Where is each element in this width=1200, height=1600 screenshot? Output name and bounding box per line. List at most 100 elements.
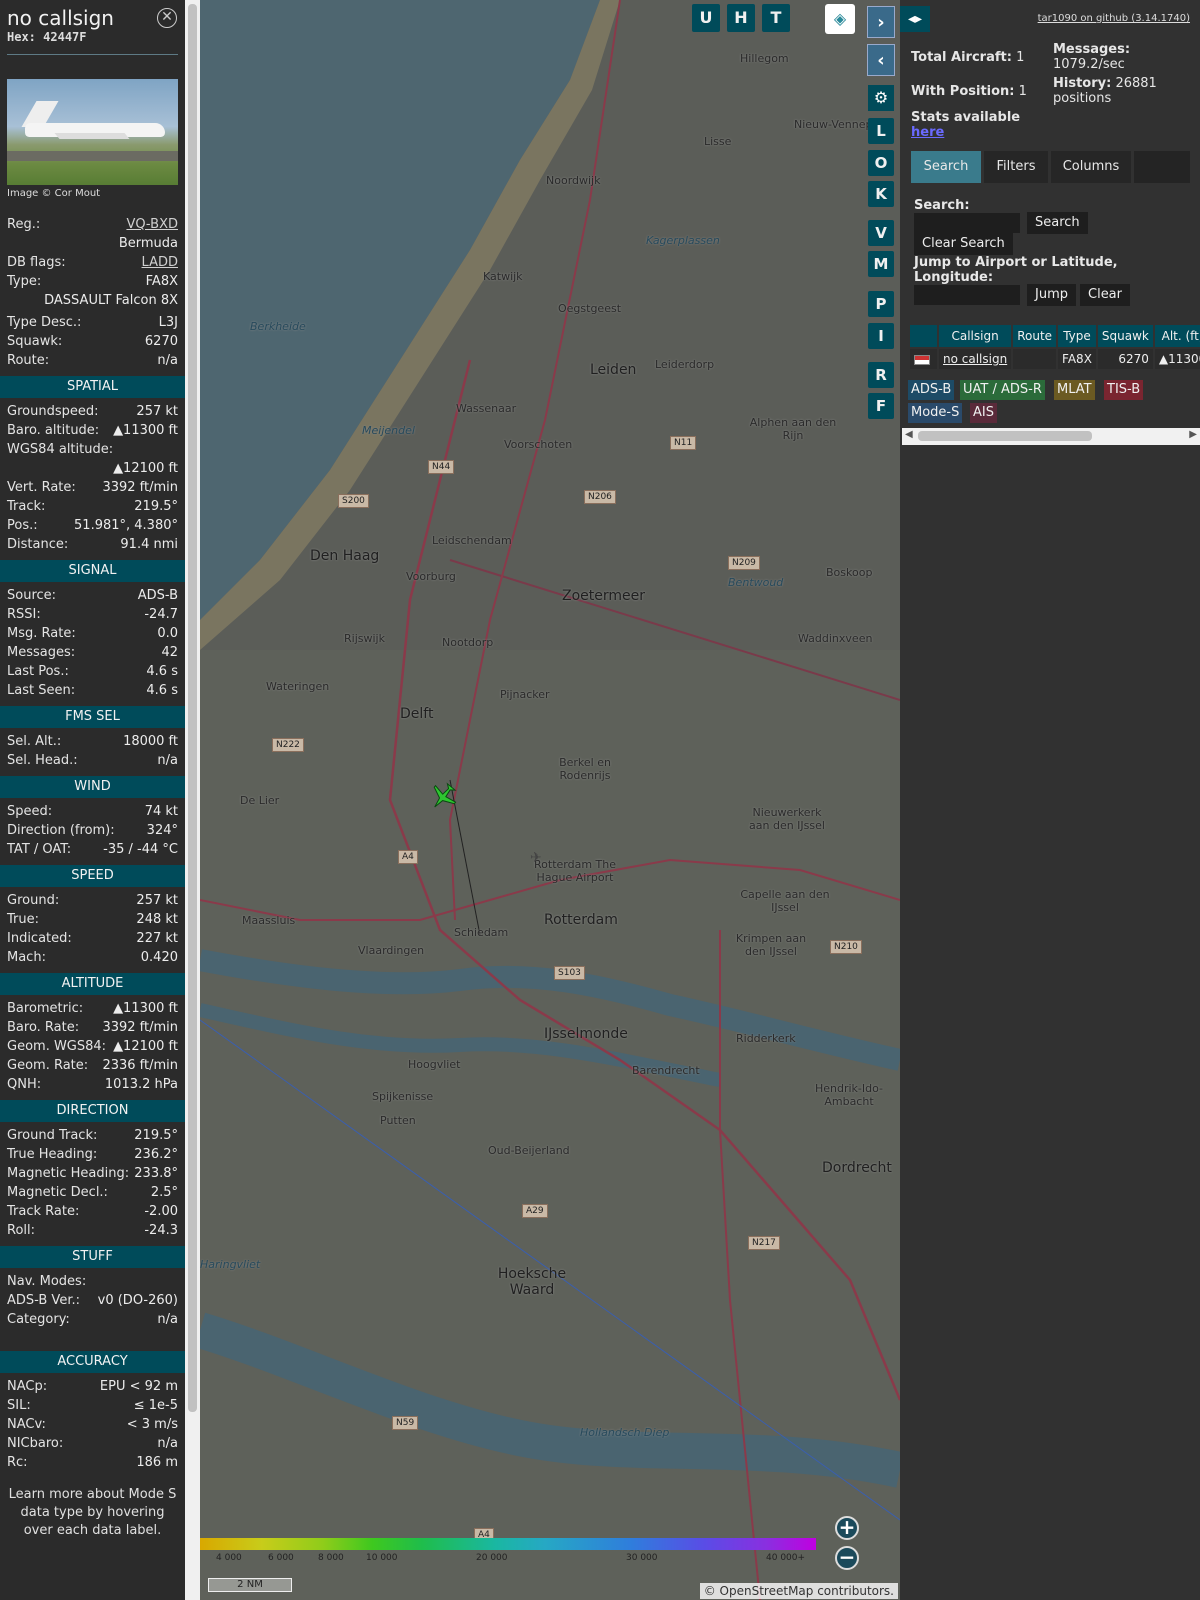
map-toggle-p-button[interactable]: P [868,291,894,317]
zoom-out-button[interactable]: − [835,1546,859,1570]
scrollbar-thumb[interactable] [918,431,1092,441]
scroll-right-icon[interactable]: ▶ [1189,429,1197,440]
aircraft-photo[interactable] [7,79,178,185]
column-header[interactable]: Type [1058,325,1096,347]
infoblock-scrollbar[interactable] [185,0,200,1600]
tab-columns[interactable]: Columns [1051,151,1131,183]
previous-icon[interactable]: ‹ [867,44,895,76]
place-label: Leiden [590,362,637,378]
column-header[interactable] [910,325,937,347]
direction-label[interactable]: Magnetic Heading: [7,1164,129,1183]
spatial-label[interactable]: Baro. altitude: [7,421,99,440]
map-toggle-u-button[interactable]: U [692,4,720,32]
callsign-cell[interactable]: no callsign [939,349,1012,369]
map-toggle-r-button[interactable]: R [868,362,894,388]
column-header[interactable]: Route [1013,325,1057,347]
spatial-label[interactable]: WGS84 altitude: [7,440,113,459]
fms-label[interactable]: Sel. Alt.: [7,732,61,751]
spatial-label[interactable]: Groundspeed: [7,402,98,421]
accuracy-label[interactable]: Rc: [7,1453,28,1472]
tab-filters[interactable]: Filters [984,151,1048,183]
search-button[interactable]: Search [1027,212,1088,234]
speed-label[interactable]: Ground: [7,891,59,910]
accuracy-label[interactable]: NICbaro: [7,1434,63,1453]
spatial-label[interactable]: Vert. Rate: [7,478,76,497]
direction-label[interactable]: Magnetic Decl.: [7,1183,108,1202]
column-header[interactable]: Callsign [939,325,1012,347]
map-toggle-o-button[interactable]: O [868,150,894,176]
map-toggle-h-button[interactable]: H [727,4,755,32]
github-link[interactable]: tar1090 on github (3.14.1740) [1038,13,1190,24]
speed-label[interactable]: Mach: [7,948,46,967]
jump-input[interactable] [914,285,1020,305]
place-label: Boskoop [826,566,873,579]
close-icon[interactable]: ✕ [157,8,177,28]
reg-link[interactable]: VQ-BXD [126,215,178,234]
place-label: Leiderdorp [655,358,715,371]
direction-label[interactable]: Track Rate: [7,1202,79,1221]
tab-search[interactable]: Search [911,151,981,183]
altitude-label[interactable]: Geom. WGS84: [7,1037,106,1056]
spatial-label[interactable]: Track: [7,497,45,516]
signal-label[interactable]: Msg. Rate: [7,624,76,643]
map-toggle-t-button[interactable]: T [762,4,790,32]
aircraft-marker-icon[interactable] [428,782,458,812]
stuff-label[interactable]: ADS-B Ver.: [7,1291,80,1310]
search-input[interactable] [914,213,1020,233]
column-header[interactable]: Squawk [1097,325,1153,347]
expand-collapse-sidebar-icon[interactable]: ◂▸ [900,6,930,32]
scrollbar-thumb[interactable] [188,4,197,1412]
stuff-label[interactable]: Nav. Modes: [7,1272,86,1291]
map-toggle-f-button[interactable]: F [868,393,894,419]
jump-button[interactable]: Jump [1027,284,1076,306]
table-horizontal-scrollbar[interactable]: ◀ ▶ [902,428,1200,445]
clear-button[interactable]: Clear [1080,284,1130,306]
signal-label[interactable]: Source: [7,586,56,605]
clear-search-button[interactable]: Clear Search [914,233,1013,255]
accuracy-label[interactable]: NACv: [7,1415,46,1434]
accuracy-label[interactable]: NACp: [7,1377,47,1396]
map-toggle-l-button[interactable]: L [868,118,894,144]
direction-label[interactable]: Ground Track: [7,1126,97,1145]
zoom-in-button[interactable]: + [835,1516,859,1540]
map-toggle-v-button[interactable]: V [868,220,894,246]
map-toggle-m-button[interactable]: M [868,251,894,277]
spatial-label[interactable]: Pos.: [7,516,38,535]
place-label: Vlaardingen [358,944,425,957]
direction-label[interactable]: True Heading: [7,1145,97,1164]
speed-label[interactable]: True: [7,910,39,929]
signal-label[interactable]: Last Seen: [7,681,75,700]
altitude-label[interactable]: Baro. Rate: [7,1018,79,1037]
next-icon[interactable]: › [867,6,895,38]
signal-label[interactable]: Last Pos.: [7,662,69,681]
altitude-label[interactable]: QNH: [7,1075,41,1094]
direction-label[interactable]: Roll: [7,1221,35,1240]
speed-label[interactable]: Indicated: [7,929,72,948]
wind-label[interactable]: Speed: [7,802,52,821]
speed-row: True: 248 kt [0,910,185,929]
accuracy-label[interactable]: SIL: [7,1396,31,1415]
altitude-label[interactable]: Barometric: [7,999,83,1018]
stats-link[interactable]: here [911,125,944,140]
wind-label[interactable]: TAT / OAT: [7,840,71,859]
fms-label[interactable]: Sel. Head.: [7,751,78,770]
spatial-label[interactable]: Distance: [7,535,68,554]
column-header[interactable]: Alt. (ft) [1154,325,1200,347]
table-row[interactable]: no callsign FA8X 6270 ▲11300 [910,349,1200,369]
dbflags-link[interactable]: LADD [142,253,178,272]
map-attribution[interactable]: © OpenStreetMap contributors. [699,1583,898,1599]
altitude-label[interactable]: Geom. Rate: [7,1056,88,1075]
signal-label[interactable]: RSSI: [7,605,41,624]
scroll-left-icon[interactable]: ◀ [905,429,913,440]
signal-label[interactable]: Messages: [7,643,75,662]
infoblock-callsign: no callsign [7,6,114,30]
map-view[interactable]: Hillegom Nieuw-Vennep Lisse Noordwijk Katwij… [200,0,900,1600]
layers-icon[interactable]: ◈ [825,4,855,34]
section-signal: SIGNAL [0,560,185,582]
wind-label[interactable]: Direction (from): [7,821,115,840]
settings-gear-icon[interactable]: ⚙ [868,85,894,111]
map-toggle-k-button[interactable]: K [868,181,894,207]
place-label: Bentwoud [728,576,784,589]
stuff-label[interactable]: Category: [7,1310,70,1329]
map-toggle-i-button[interactable]: I [868,323,894,349]
